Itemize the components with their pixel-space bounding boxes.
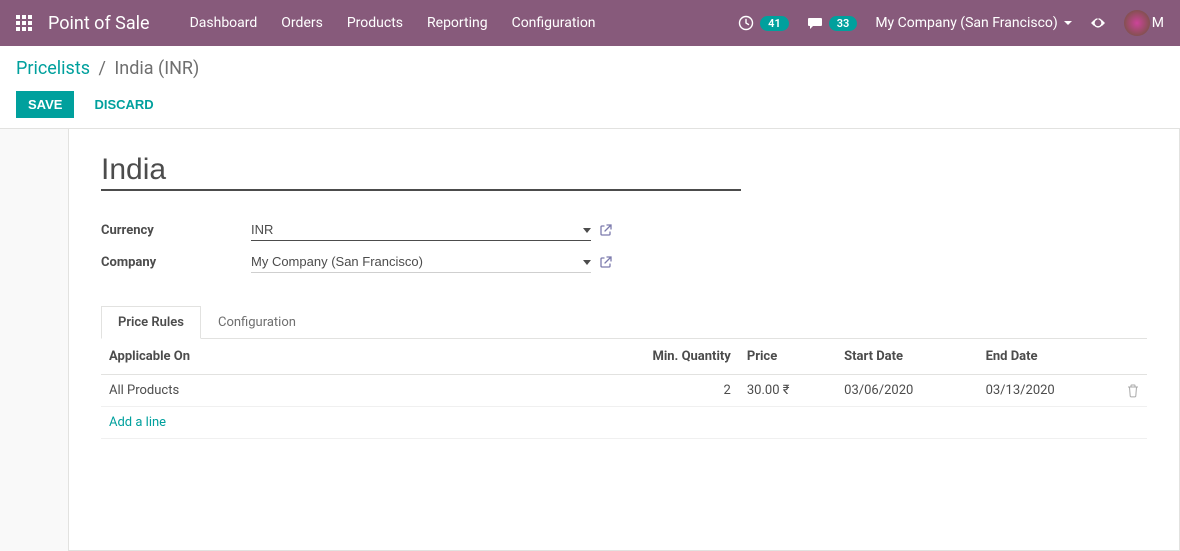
external-link-icon[interactable] (599, 255, 613, 269)
breadcrumb-current: India (INR) (114, 58, 199, 79)
currency-input[interactable] (251, 219, 591, 241)
chevron-down-icon (1064, 21, 1072, 25)
company-label: Company (101, 255, 251, 270)
menu-configuration[interactable]: Configuration (512, 15, 596, 31)
form-sheet: Currency Company Price Rules Configura (68, 129, 1180, 551)
top-navbar: Point of Sale Dashboard Orders Products … (0, 0, 1180, 46)
external-link-icon[interactable] (599, 223, 613, 237)
delete-row-icon[interactable] (1119, 375, 1147, 407)
price-rules-table: Applicable On Min. Quantity Price Start … (101, 339, 1147, 439)
discard-button[interactable]: Discard (82, 91, 165, 118)
user-initial: M (1152, 15, 1164, 31)
add-line-row: Add a line (101, 407, 1147, 439)
clock-icon (738, 15, 754, 31)
menu-products[interactable]: Products (347, 15, 403, 31)
cell-min-qty[interactable]: 2 (582, 375, 739, 407)
messages-indicator[interactable]: 33 (807, 15, 858, 31)
user-menu[interactable]: M (1124, 10, 1164, 36)
cell-price[interactable]: 30.00 ₹ (739, 375, 836, 407)
navbar-right: 41 33 My Company (San Francisco) M (738, 10, 1164, 36)
form-background: Currency Company Price Rules Configura (0, 129, 1180, 551)
breadcrumb-separator: / (99, 58, 106, 79)
developer-tools-icon[interactable] (1090, 15, 1106, 31)
cell-applicable-on[interactable]: All Products (101, 375, 582, 407)
apps-icon[interactable] (16, 15, 32, 31)
cell-start-date[interactable]: 03/06/2020 (836, 375, 977, 407)
app-brand[interactable]: Point of Sale (48, 13, 150, 34)
pricelist-name-input[interactable] (101, 153, 741, 191)
table-row[interactable]: All Products 2 30.00 ₹ 03/06/2020 03/13/… (101, 375, 1147, 407)
col-min-qty[interactable]: Min. Quantity (582, 339, 739, 375)
company-field-row: Company (101, 251, 1147, 273)
company-name: My Company (San Francisco) (875, 15, 1057, 31)
col-end-date[interactable]: End Date (978, 339, 1119, 375)
tab-configuration[interactable]: Configuration (201, 306, 313, 339)
company-input[interactable] (251, 251, 591, 273)
col-applicable-on[interactable]: Applicable On (101, 339, 582, 375)
avatar (1124, 10, 1150, 36)
tab-price-rules[interactable]: Price Rules (101, 306, 201, 339)
company-switcher[interactable]: My Company (San Francisco) (875, 15, 1071, 31)
messages-badge: 33 (829, 16, 858, 31)
col-start-date[interactable]: Start Date (836, 339, 977, 375)
breadcrumb-parent[interactable]: Pricelists (16, 58, 90, 79)
menu-orders[interactable]: Orders (281, 15, 323, 31)
activity-indicator[interactable]: 41 (738, 15, 789, 31)
control-panel: Pricelists / India (INR) Save Discard (0, 46, 1180, 129)
menu-reporting[interactable]: Reporting (427, 15, 488, 31)
action-buttons: Save Discard (16, 91, 1164, 128)
notebook-tabs: Price Rules Configuration (101, 305, 1147, 339)
col-price[interactable]: Price (739, 339, 836, 375)
add-line-button[interactable]: Add a line (109, 415, 166, 430)
currency-label: Currency (101, 223, 251, 238)
chat-icon (807, 15, 823, 31)
cell-end-date[interactable]: 03/13/2020 (978, 375, 1119, 407)
menu-dashboard[interactable]: Dashboard (190, 15, 258, 31)
activity-badge: 41 (760, 16, 789, 31)
currency-field-row: Currency (101, 219, 1147, 241)
main-menu: Dashboard Orders Products Reporting Conf… (190, 15, 739, 31)
save-button[interactable]: Save (16, 91, 74, 118)
breadcrumb: Pricelists / India (INR) (16, 58, 1164, 79)
